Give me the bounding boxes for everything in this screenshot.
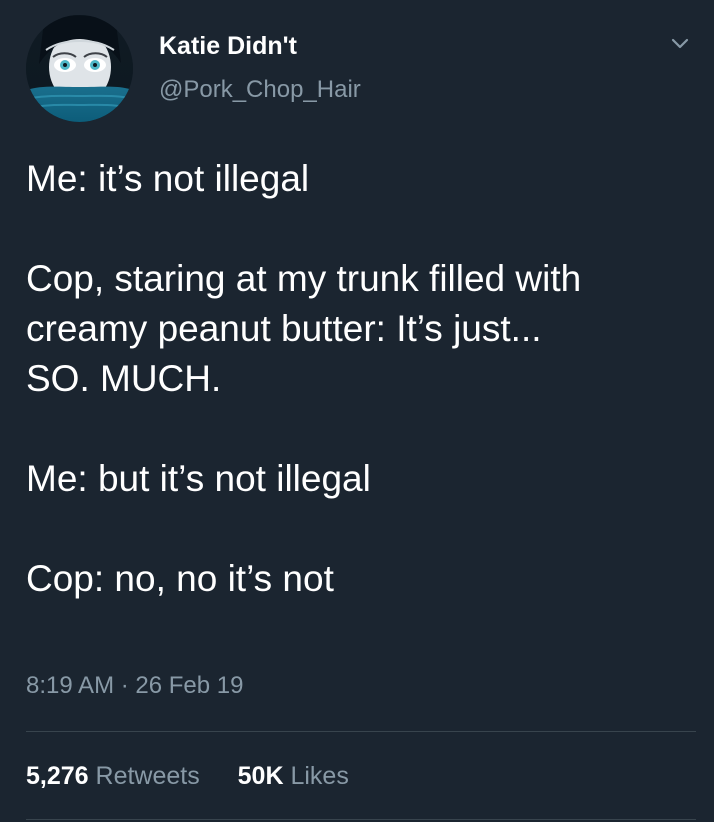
retweet-label[interactable]: Retweets	[96, 762, 200, 790]
tweet-line: Cop: no, no it’s not	[26, 558, 334, 599]
avatar[interactable]	[26, 15, 133, 122]
avatar-image	[26, 15, 133, 122]
user-name[interactable]: Katie Didn't	[159, 31, 297, 61]
tweet-line	[26, 204, 696, 254]
tweet-line: Me: it’s not illegal	[26, 158, 310, 199]
tweet-card: Katie Didn't @Pork_Chop_Hair Me: it’s no…	[0, 0, 714, 822]
tweet-line: Cop, staring at my trunk filled with	[26, 258, 582, 299]
tweet-timestamp[interactable]: 8:19 AM · 26 Feb 19	[26, 671, 243, 701]
tweet-line	[26, 504, 696, 554]
tweet-line: creamy peanut butter: It’s just...	[26, 308, 542, 349]
like-count[interactable]: 50K	[238, 762, 284, 790]
tweet-stats: 5,276 Retweets 50K Likes	[26, 760, 349, 792]
tweet-line: SO. MUCH.	[26, 358, 222, 399]
tweet-line: Me: but it’s not illegal	[26, 458, 371, 499]
divider	[26, 819, 696, 820]
tweet-text: Me: it’s not illegal Cop, staring at my …	[26, 154, 696, 604]
like-label[interactable]: Likes	[290, 762, 348, 790]
chevron-down-icon[interactable]	[668, 32, 692, 56]
retweet-count[interactable]: 5,276	[26, 762, 89, 790]
divider	[26, 731, 696, 732]
user-handle[interactable]: @Pork_Chop_Hair	[159, 75, 361, 105]
tweet-line	[26, 404, 696, 454]
